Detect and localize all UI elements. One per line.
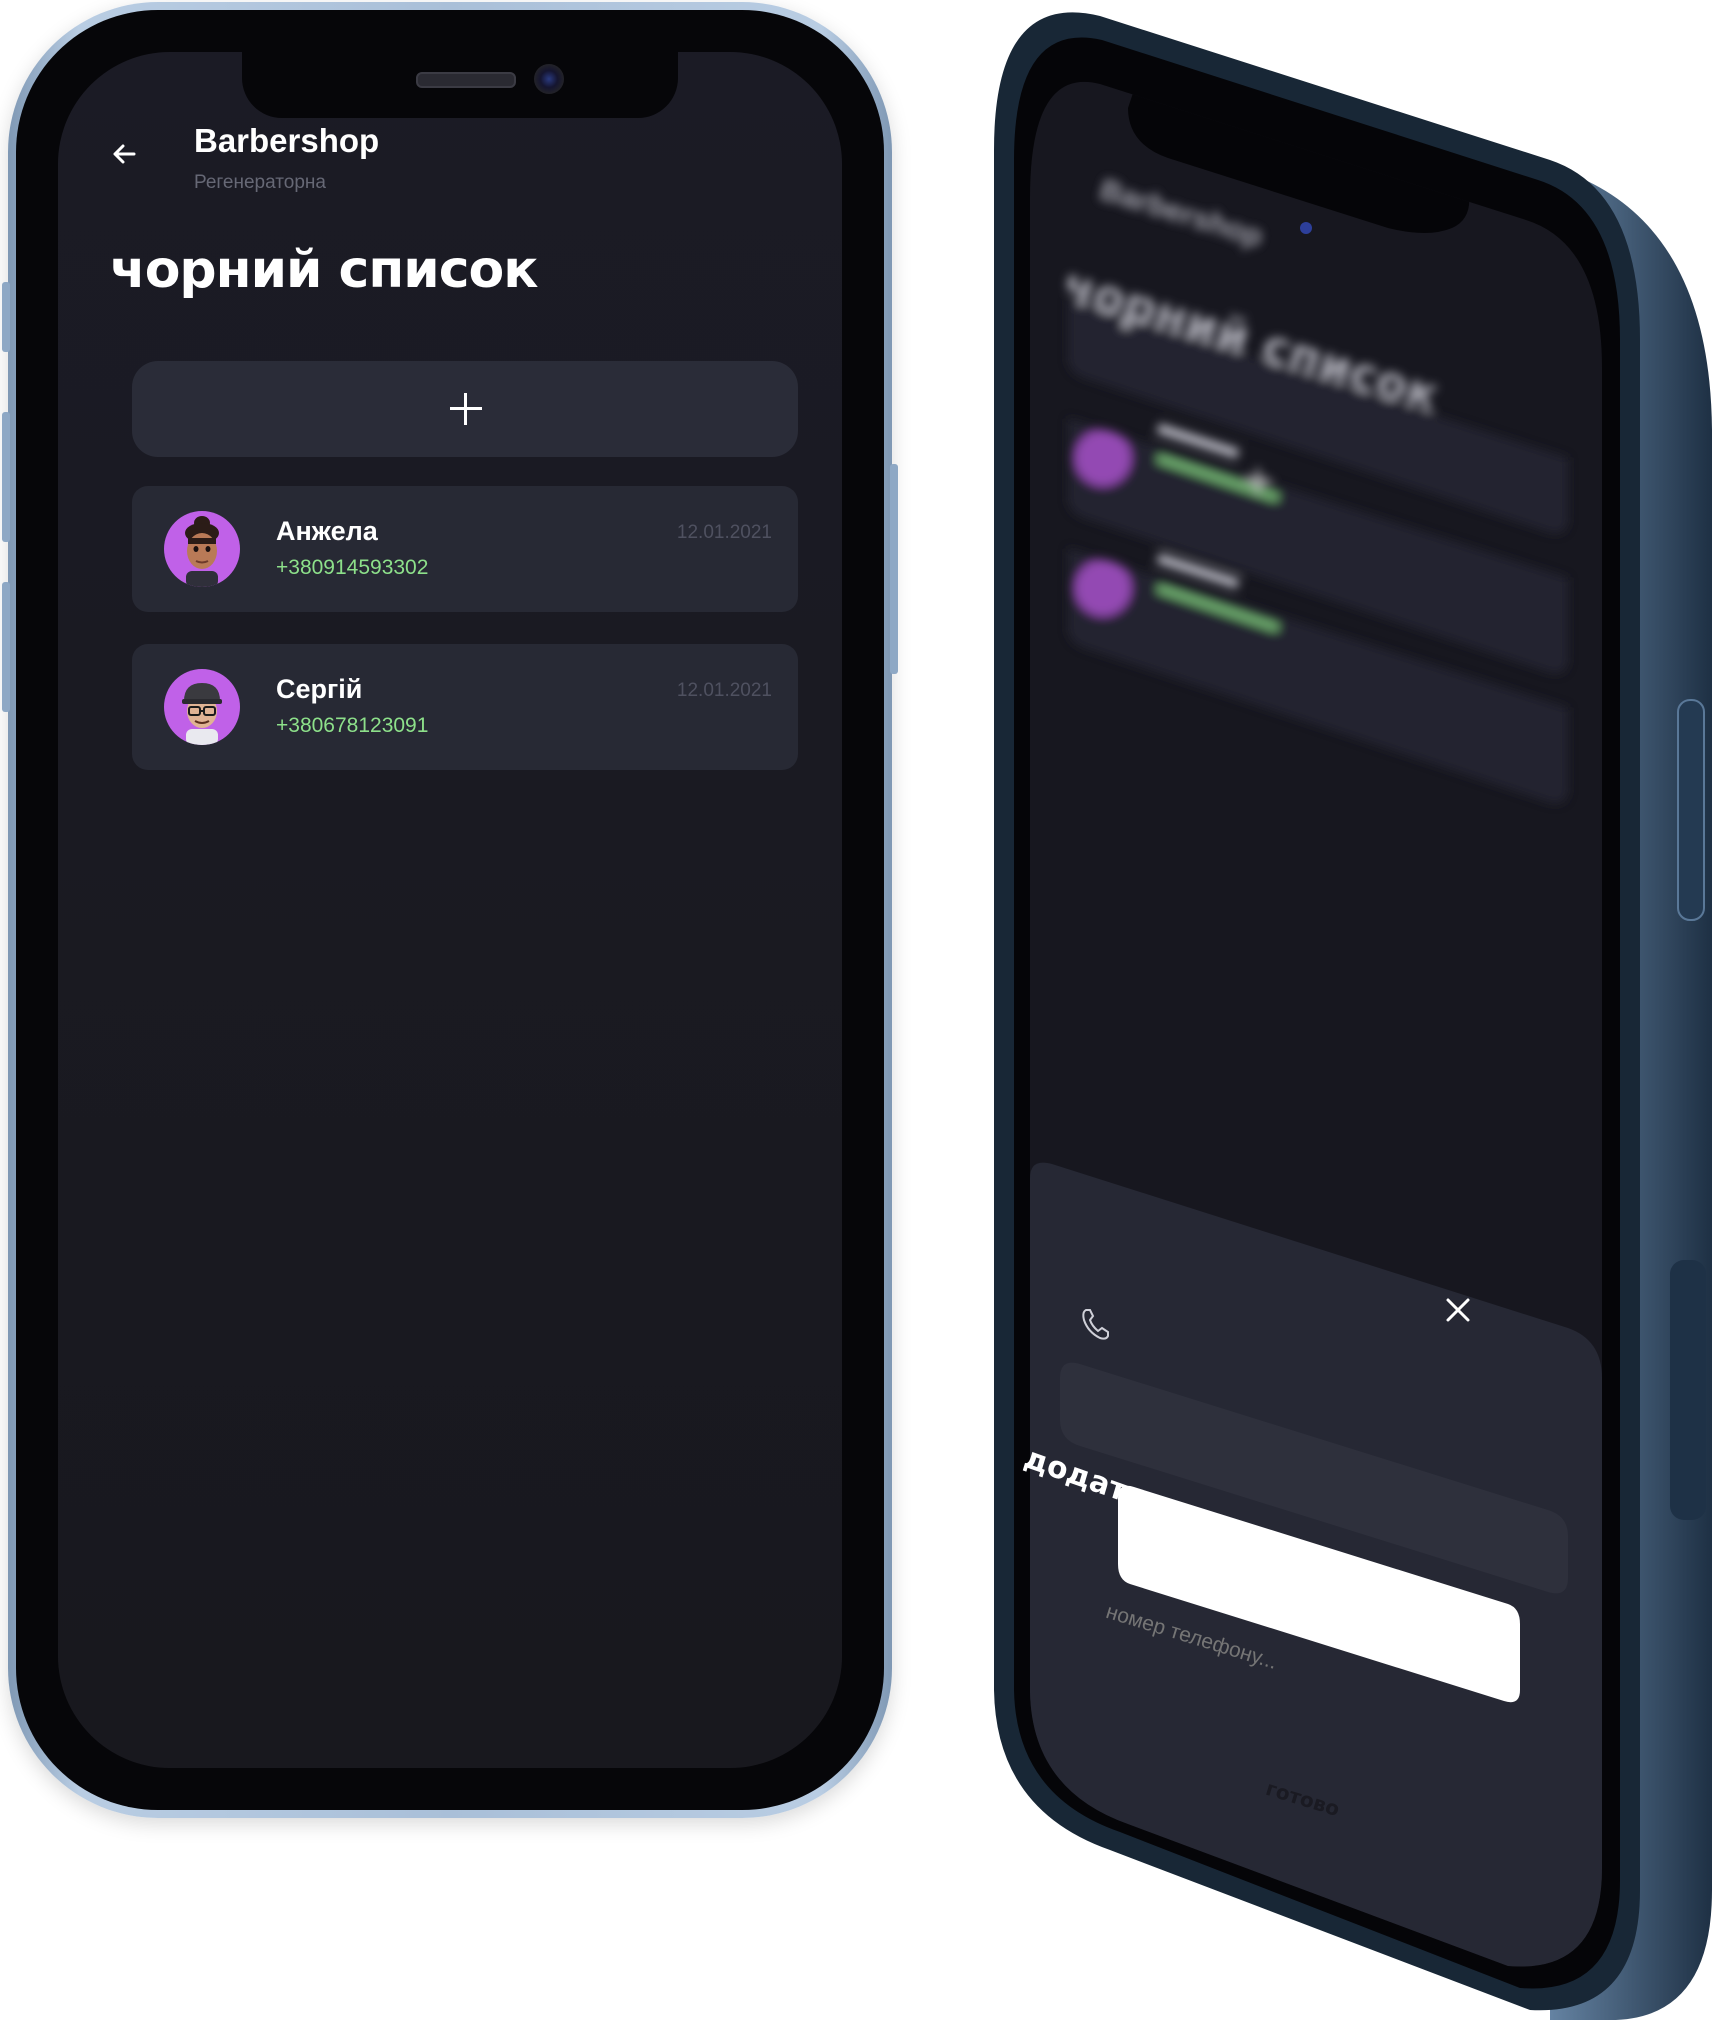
contact-date: 12.01.2021 (676, 680, 772, 701)
phone-front: Barbershop Регенераторна чорний список А… (2, 2, 898, 1818)
angled-screen: чорний список Barbershop (1008, 78, 1608, 1978)
phone-icon (1082, 1309, 1109, 1340)
add-contact-button[interactable] (132, 361, 798, 457)
speaker-grille (416, 72, 516, 88)
screen: Barbershop Регенераторна чорний список А… (58, 52, 842, 1768)
contact-phone: +380678123091 (276, 714, 429, 737)
page-title: чорний список (110, 240, 539, 300)
memoji-topknot-icon (185, 516, 219, 587)
app-title: Barbershop (194, 122, 380, 159)
volume-down-button (2, 582, 10, 712)
volume-up-button (2, 412, 10, 542)
front-camera (534, 64, 564, 94)
close-button[interactable] (1438, 1290, 1478, 1330)
contact-card[interactable]: Анжела +380914593302 12.01.2021 (132, 486, 798, 612)
contact-card[interactable]: Сергій +380678123091 12.01.2021 (132, 644, 798, 770)
notch (242, 52, 678, 118)
power-button-angled (1677, 699, 1705, 921)
contact-name: Анжела (276, 516, 378, 546)
memoji-cap-glasses-icon (182, 683, 222, 745)
bezel: Barbershop Регенераторна чорний список А… (16, 10, 884, 1810)
arrow-left-icon (113, 144, 136, 164)
power-button (890, 464, 898, 674)
contact-phone: +380914593302 (276, 556, 429, 579)
angled-screen-bg: чорний список Barbershop (1030, 81, 1602, 1967)
contact-date: 12.01.2021 (676, 522, 772, 543)
avatar (164, 511, 240, 587)
app-subtitle: Регенераторна (194, 172, 326, 193)
close-icon (1446, 1298, 1470, 1322)
plus-icon (450, 393, 482, 425)
silent-switch (2, 282, 10, 352)
contact-name: Сергій (276, 674, 363, 704)
mockup-canvas: Barbershop Регенераторна чорний список А… (0, 0, 1722, 2044)
phone-angled: чорний список Barbershop додати користув… (990, 10, 1720, 2030)
back-button[interactable] (104, 134, 144, 174)
avatar (164, 669, 240, 745)
